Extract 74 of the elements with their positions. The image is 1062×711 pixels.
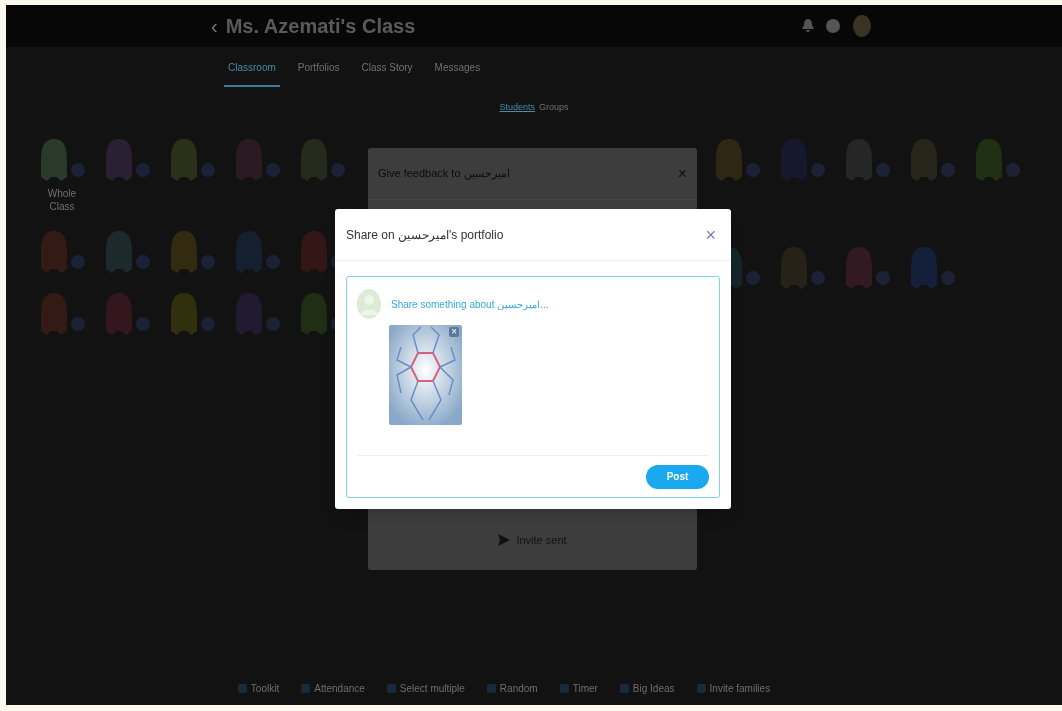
points-badge-icon xyxy=(266,316,280,331)
points-badge-icon xyxy=(136,254,150,269)
monster-avatar-icon[interactable] xyxy=(39,228,69,275)
monster-avatar-icon[interactable] xyxy=(909,244,939,291)
toolbar-button[interactable]: Timer xyxy=(559,680,598,696)
points-badge-icon xyxy=(71,254,85,269)
points-badge-icon xyxy=(201,316,215,331)
points-badge-icon xyxy=(71,316,85,331)
points-badge-icon xyxy=(941,162,955,177)
points-badge-icon xyxy=(876,270,890,285)
student-name: Whole Class xyxy=(46,186,78,213)
points-badge-icon xyxy=(266,162,280,177)
toolbar-icon xyxy=(619,683,629,693)
remove-photo-button[interactable]: × xyxy=(449,327,459,337)
monster-avatar-icon[interactable] xyxy=(104,228,134,275)
toolbar-button[interactable]: Attendance xyxy=(301,680,365,696)
points-badge-icon xyxy=(71,162,85,177)
points-badge-icon xyxy=(136,162,150,177)
monster-avatar-icon[interactable] xyxy=(234,228,264,275)
toolbar-icon xyxy=(486,683,496,693)
toolbar-icon xyxy=(696,683,706,693)
avatar-icon[interactable] xyxy=(852,15,872,37)
dialog-title: Share on امیرحسین's portfolio xyxy=(346,226,505,244)
post-button[interactable]: Post xyxy=(646,464,709,489)
view-toggle[interactable]: Groups xyxy=(539,101,569,115)
monster-avatar-icon[interactable] xyxy=(169,290,199,337)
toolbar-icon xyxy=(386,683,396,693)
points-badge-icon xyxy=(136,316,150,331)
toolbar-button[interactable]: Invite families xyxy=(696,680,771,696)
toolbar-button[interactable]: Big Ideas xyxy=(619,680,675,696)
close-button[interactable]: × xyxy=(701,225,720,244)
monster-avatar-icon[interactable] xyxy=(974,136,1004,183)
points-badge-icon xyxy=(876,162,890,177)
nav-tab[interactable]: Class Story xyxy=(357,60,417,87)
monster-avatar-icon[interactable] xyxy=(234,136,264,183)
monster-avatar-icon[interactable] xyxy=(104,290,134,337)
back-chevron-icon[interactable]: ‹ xyxy=(211,11,218,41)
class-title: Ms. Azemati's Class xyxy=(225,14,416,39)
monster-avatar-icon[interactable] xyxy=(299,290,329,337)
monster-avatar-icon[interactable] xyxy=(39,290,69,337)
points-badge-icon xyxy=(941,270,955,285)
points-badge-icon xyxy=(201,162,215,177)
post-text-field[interactable]: Share something about امیرحسین... xyxy=(391,296,709,312)
points-badge-icon xyxy=(201,254,215,269)
points-badge-icon xyxy=(266,254,280,269)
points-badge-icon xyxy=(811,162,825,177)
monster-avatar-icon[interactable] xyxy=(844,244,874,291)
monster-avatar-icon[interactable] xyxy=(714,136,744,183)
nav-tab[interactable]: Portfolios xyxy=(293,60,344,87)
toolbar-button[interactable]: Select multiple xyxy=(386,680,465,696)
toolbar-button[interactable]: Toolkit xyxy=(237,680,280,696)
monster-avatar-icon[interactable] xyxy=(299,228,329,275)
monster-avatar-icon[interactable] xyxy=(779,136,809,183)
toolbar-icon xyxy=(301,683,311,693)
monster-avatar-icon[interactable] xyxy=(234,290,264,337)
toolbar-icon xyxy=(559,683,569,693)
points-badge-icon xyxy=(331,162,345,177)
send-icon xyxy=(498,534,511,546)
nav-tab[interactable]: Classroom xyxy=(224,60,280,87)
toolbar-icon xyxy=(237,683,247,693)
nav-tab[interactable]: Messages xyxy=(430,60,485,87)
monster-avatar-icon[interactable] xyxy=(299,136,329,183)
monster-avatar-icon[interactable] xyxy=(169,228,199,275)
view-toggle[interactable]: Students xyxy=(499,101,535,115)
points-badge-icon xyxy=(1006,162,1020,177)
user-avatar-icon xyxy=(357,289,381,319)
monster-avatar-icon[interactable] xyxy=(169,136,199,183)
points-badge-icon xyxy=(746,162,760,177)
points-badge-icon xyxy=(811,270,825,285)
toolbar-button[interactable]: Random xyxy=(486,680,538,696)
monster-avatar-icon[interactable] xyxy=(104,136,134,183)
points-badge-icon xyxy=(746,270,760,285)
monster-avatar-icon[interactable] xyxy=(39,136,69,183)
bell-icon[interactable] xyxy=(802,19,814,33)
